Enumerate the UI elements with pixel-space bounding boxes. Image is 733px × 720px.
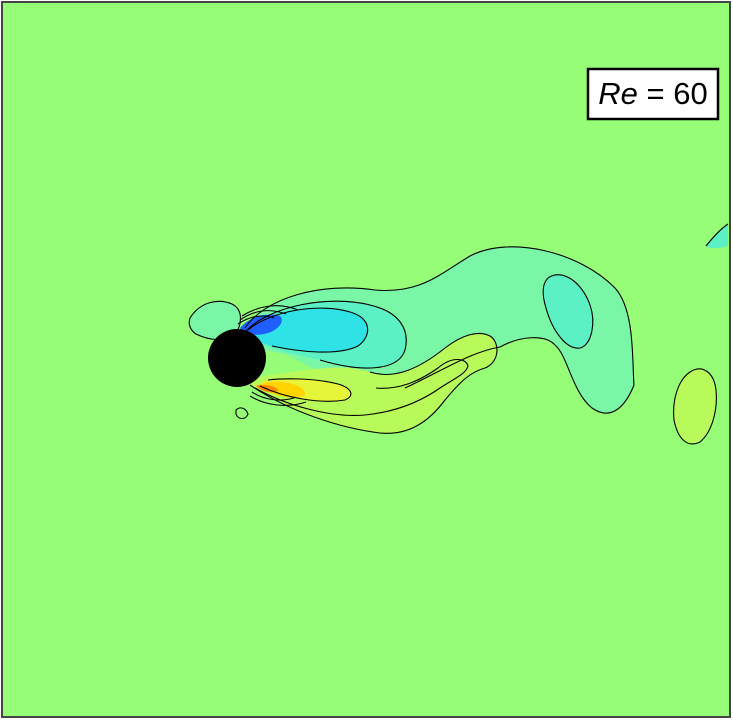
- reynolds-label: Re = 60: [586, 67, 720, 121]
- vorticity-contour-plot: Re = 60: [1, 1, 731, 718]
- reynolds-symbol: Re: [598, 76, 638, 111]
- reynolds-value: 60: [673, 76, 707, 111]
- reynolds-relation: =: [638, 76, 673, 111]
- vorticity-figure: Re = 60: [0, 0, 733, 720]
- reynolds-label-text: Re = 60: [598, 76, 707, 111]
- cylinder: [208, 329, 266, 387]
